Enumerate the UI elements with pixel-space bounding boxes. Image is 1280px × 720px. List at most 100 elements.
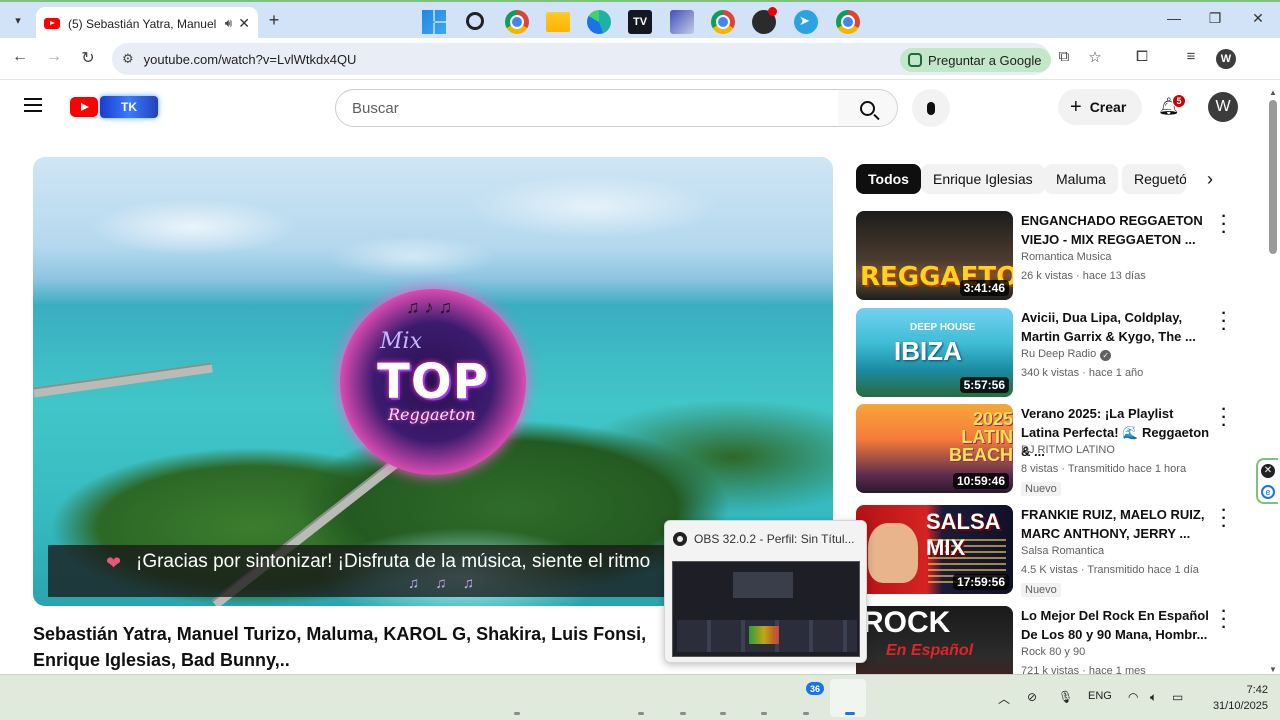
obs-taskbar-icon[interactable]	[752, 7, 777, 34]
volume-icon[interactable]: 🔈︎	[1150, 690, 1157, 705]
install-app-icon[interactable]: ⧉	[1053, 48, 1075, 65]
channel-name[interactable]: Salsa Romantica	[1021, 545, 1104, 557]
thumbnail-text: IBIZA	[894, 336, 962, 366]
duration-badge: 3:41:46	[959, 280, 1009, 296]
recommendation-title[interactable]: Lo Mejor Del Rock En Español De Los 80 y…	[1021, 606, 1213, 644]
docs-app-icon[interactable]	[670, 10, 694, 34]
chrome-profile-icon[interactable]	[711, 10, 735, 34]
voice-search-button[interactable]	[912, 89, 950, 127]
chevron-right-icon[interactable]: ›	[1200, 169, 1220, 190]
telegram-icon[interactable]	[794, 10, 818, 34]
youtube-logo[interactable]: TK	[70, 96, 158, 118]
recommendation-title[interactable]: ENGANCHADO REGGAETON VIEJO - MIX REGGAET…	[1021, 211, 1213, 249]
youtube-play-icon	[70, 97, 98, 117]
widget-e-icon[interactable]: e	[1261, 485, 1275, 499]
channel-name[interactable]: Ru Deep Radio	[1021, 348, 1096, 360]
ask-google-button[interactable]: Preguntar a Google	[900, 48, 1052, 72]
obs-preview-title: OBS 32.0.2 - Perfil: Sin Títul...	[694, 532, 855, 546]
tab-active[interactable]: (5) Sebastián Yatra, Manuel 🔊︎ ✕	[36, 7, 258, 40]
taskbar-search-icon[interactable]	[466, 12, 484, 30]
tradingview-icon[interactable]: TV	[628, 10, 652, 34]
emblem-top-text: TOP	[377, 354, 489, 410]
file-explorer-icon[interactable]	[546, 12, 570, 32]
channel-name[interactable]: Romantica Musica	[1021, 251, 1111, 263]
scrollbar-thumb[interactable]	[1269, 100, 1277, 254]
google-lens-icon	[908, 53, 922, 67]
mix-top-reggaeton-emblem: ♫ ♪ ♫ Mix TOP Reggaeton	[340, 289, 526, 475]
recommendation-item[interactable]: REGGAETON 3:41:46 ENGANCHADO REGGAETON V…	[856, 209, 1236, 301]
emblem-sub-text: Reggaeton	[388, 405, 476, 424]
ticker-message: ¡Gracias por sintonizar! ¡Disfruta de la…	[136, 551, 651, 572]
new-tab-icon[interactable]: +	[264, 10, 284, 31]
bookmark-star-icon[interactable]: ☆	[1084, 48, 1106, 66]
emblem-mix-text: Mix	[380, 329, 422, 354]
recommendation-title[interactable]: Avicii, Dua Lipa, Coldplay, Martin Garri…	[1021, 308, 1213, 346]
video-thumbnail[interactable]: SALSA MIX 17:59:56	[856, 505, 1013, 594]
verified-icon: ✓	[1100, 350, 1112, 361]
video-thumbnail[interactable]: 2025 LATIN BEACH 10:59:46	[856, 404, 1013, 493]
reload-icon[interactable]: ↻	[77, 48, 99, 68]
recommendation-item[interactable]: SALSA MIX 17:59:56 FRANKIE RUIZ, MAELO R…	[856, 503, 1236, 597]
page-scrollbar[interactable]: ▲ ▼	[1268, 88, 1278, 674]
guide-menu-icon[interactable]	[24, 98, 42, 112]
running-indicator	[803, 712, 809, 715]
close-window-icon[interactable]: ✕	[1248, 10, 1268, 27]
browser-profile-avatar[interactable]: W	[1216, 49, 1236, 69]
edge-icon[interactable]	[587, 10, 611, 34]
create-button[interactable]: + Crear	[1058, 89, 1142, 125]
more-actions-icon[interactable]: · · ·	[1218, 402, 1230, 434]
tab-search-icon[interactable]: ▾	[6, 8, 30, 32]
close-widget-icon[interactable]: ✕	[1261, 464, 1275, 478]
recommendation-item[interactable]: DEEP HOUSE IBIZA 5:57:56 Avicii, Dua Lip…	[856, 306, 1236, 398]
microphone-icon	[927, 101, 935, 115]
more-actions-icon[interactable]: · · ·	[1218, 306, 1230, 338]
close-tab-icon[interactable]: ✕	[238, 15, 250, 32]
scroll-down-icon[interactable]: ▼	[1269, 665, 1277, 674]
site-info-icon[interactable]: ⚙	[122, 51, 134, 67]
restore-icon[interactable]: ❐	[1205, 10, 1225, 27]
channel-name-wrap[interactable]: Ru Deep Radio ✓	[1021, 348, 1112, 361]
obs-window-thumbnail[interactable]	[672, 561, 860, 657]
video-thumbnail[interactable]: REGGAETON 3:41:46	[856, 211, 1013, 300]
running-indicator-active	[845, 712, 855, 715]
chip-regueton[interactable]: Reguetón	[1122, 164, 1186, 194]
video-pier	[33, 362, 213, 398]
more-actions-icon[interactable]: · · ·	[1218, 606, 1230, 636]
video-meta: 8 vistas · Transmitido hace 1 hora	[1021, 463, 1187, 475]
obs-taskbar-preview[interactable]: OBS 32.0.2 - Perfil: Sin Títul...	[664, 520, 867, 663]
video-thumbnail[interactable]: ROCK En Español	[856, 606, 1013, 674]
chip-enrique-iglesias[interactable]: Enrique Iglesias	[921, 164, 1045, 194]
scroll-up-icon[interactable]: ▲	[1269, 88, 1277, 97]
chrome-active-icon[interactable]	[836, 10, 860, 34]
recommendation-title[interactable]: FRANKIE RUIZ, MAELO RUIZ, MARC ANTHONY, …	[1021, 505, 1213, 543]
chip-maluma[interactable]: Maluma	[1044, 164, 1118, 194]
chip-todos[interactable]: Todos	[856, 164, 921, 194]
channel-name[interactable]: Rock 80 y 90	[1021, 646, 1085, 658]
channel-name[interactable]: DJ RITMO LATINO	[1021, 444, 1115, 456]
extensions-icon[interactable]: ⧠	[1131, 48, 1153, 65]
chrome-icon[interactable]	[505, 10, 529, 34]
search-input[interactable]: Buscar	[335, 89, 839, 127]
input-language[interactable]: ENG	[1088, 690, 1112, 702]
recommendation-item[interactable]: 2025 LATIN BEACH 10:59:46 Verano 2025: ¡…	[856, 402, 1236, 496]
taskbar-clock[interactable]: 7:42 31/10/2025	[1198, 682, 1268, 714]
media-controls-icon[interactable]: ≡	[1180, 48, 1202, 65]
meet-now-icon[interactable]: ⊘	[1027, 690, 1037, 704]
more-actions-icon[interactable]: · · ·	[1218, 209, 1230, 241]
tray-overflow-icon[interactable]: ︿	[998, 690, 1010, 707]
microphone-tray-icon[interactable]: 🎙︎	[1058, 690, 1073, 704]
video-sky	[33, 157, 833, 287]
battery-icon[interactable]: ▭	[1172, 690, 1183, 704]
extension-side-widget[interactable]: ✕ e	[1256, 458, 1278, 504]
search-button[interactable]	[838, 89, 898, 127]
back-icon[interactable]: ←	[9, 48, 31, 66]
browser-toolbar: ← → ↻ ⚙ youtube.com/watch?v=LvlWtkdx4QU …	[0, 38, 1280, 80]
video-thumbnail[interactable]: DEEP HOUSE IBIZA 5:57:56	[856, 308, 1013, 397]
account-avatar[interactable]: W	[1208, 92, 1238, 122]
more-actions-icon[interactable]: · · ·	[1218, 503, 1230, 535]
recommendation-item[interactable]: ROCK En Español Lo Mejor Del Rock En Esp…	[856, 606, 1236, 674]
wifi-icon[interactable]: ◠	[1128, 690, 1138, 704]
speaker-icon[interactable]: 🔊︎	[225, 16, 233, 31]
forward-icon[interactable]: →	[43, 48, 65, 66]
minimize-icon[interactable]: —	[1164, 10, 1184, 26]
